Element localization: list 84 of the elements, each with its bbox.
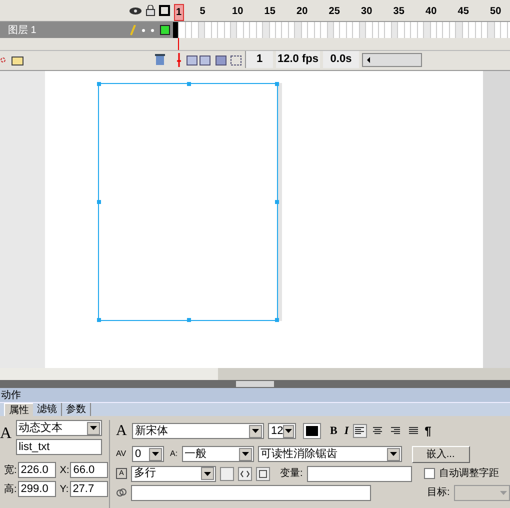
resize-handle[interactable]	[275, 200, 279, 204]
text-tool-icon: A	[0, 426, 12, 442]
frame-number: 20	[296, 5, 308, 19]
paragraph-icon[interactable]: ¶	[424, 422, 432, 440]
pencil-icon	[130, 24, 136, 36]
baseline-icon: A:	[170, 448, 178, 460]
frame-number: 45	[458, 5, 469, 19]
current-frame: 1	[245, 51, 273, 68]
font-dropdown[interactable]: 新宋体	[132, 423, 264, 440]
variable-field[interactable]	[306, 466, 412, 482]
embed-button[interactable]: 嵌入...	[412, 446, 470, 462]
position-label: X:	[60, 464, 70, 478]
text-type-dropdown[interactable]: 动态文本	[16, 420, 102, 436]
font-icon: A	[116, 420, 128, 442]
html-icon[interactable]	[238, 466, 252, 480]
text-box[interactable]	[98, 83, 278, 321]
char-position-dropdown[interactable]: 一般	[182, 446, 254, 462]
frame-number: 10	[232, 5, 244, 19]
markers-icon[interactable]	[230, 54, 242, 66]
align-icon	[355, 427, 364, 436]
panel-tab[interactable]: 滤镜	[33, 403, 62, 416]
frame-number: 25	[328, 5, 340, 19]
frame-number: 35	[393, 5, 404, 19]
link-icon	[116, 487, 127, 498]
italic-button[interactable]: I	[344, 423, 349, 440]
onion-skin-icon[interactable]	[186, 54, 212, 66]
resize-handle[interactable]	[97, 318, 101, 322]
frame-number: 30	[361, 5, 372, 19]
size-label: 宽:	[4, 464, 17, 478]
onion-outline-icon[interactable]	[215, 54, 227, 66]
link-field[interactable]	[131, 484, 371, 500]
resize-handle[interactable]	[97, 200, 101, 204]
dot-icon	[151, 28, 154, 32]
actions-panel-header[interactable]: 动作	[0, 388, 510, 402]
letter-spacing-field[interactable]: 0	[132, 446, 164, 462]
variable-label: 变量:	[280, 466, 303, 481]
frame-number: 1	[174, 4, 184, 21]
auto-kern-checkbox[interactable]	[424, 468, 435, 479]
elapsed-time: 0.0s	[323, 51, 359, 68]
eye-icon[interactable]	[129, 6, 142, 14]
outline-icon[interactable]	[159, 5, 170, 16]
letter-spacing-icon: AV	[116, 448, 128, 460]
resize-handle[interactable]	[187, 318, 191, 322]
position-label: Y:	[60, 482, 69, 496]
frame-number: 5	[200, 5, 206, 19]
size-label: 高:	[4, 482, 17, 496]
border-icon[interactable]	[256, 466, 270, 480]
instance-name-field[interactable]: list_txt	[16, 439, 102, 455]
frame-number: 50	[490, 5, 502, 19]
line-type-dropdown[interactable]: 多行	[131, 466, 216, 482]
resize-handle[interactable]	[275, 82, 279, 86]
align-icon	[391, 427, 400, 436]
width-field[interactable]: 226.0	[18, 462, 56, 478]
resize-handle[interactable]	[275, 318, 279, 322]
align-icon	[409, 427, 418, 436]
font-size-field[interactable]: 12	[268, 423, 296, 440]
auto-kern-label: 自动调整字距	[438, 466, 499, 481]
frame-number: 40	[426, 5, 437, 19]
panel-tab[interactable]: 属性	[4, 403, 33, 416]
panel-tab[interactable]: 参数	[62, 403, 91, 416]
stage-scrollbar[interactable]	[0, 368, 510, 380]
bold-button[interactable]: B	[330, 423, 338, 440]
dot-icon	[142, 28, 145, 32]
frame-number: 15	[264, 5, 276, 19]
dropdown-arrow-icon	[500, 490, 507, 494]
left-arrow-icon[interactable]	[366, 56, 370, 62]
height-field[interactable]: 299.0	[18, 481, 56, 497]
lock-icon[interactable]	[146, 5, 155, 16]
target-label: 目标:	[427, 486, 450, 500]
timeline-scrollbar[interactable]	[362, 52, 422, 66]
add-folder-icon[interactable]	[0, 54, 24, 66]
resize-handle[interactable]	[187, 82, 191, 86]
layer-color-icon	[160, 25, 170, 35]
playhead-icon[interactable]	[175, 52, 183, 66]
align-icon	[373, 427, 382, 436]
anti-alias-dropdown[interactable]: 可读性消除锯齿	[258, 446, 402, 462]
x-field[interactable]: 66.0	[70, 462, 108, 478]
layer-name: 图层 1	[8, 24, 38, 38]
text-color-swatch[interactable]	[304, 424, 320, 438]
trash-icon[interactable]	[155, 54, 165, 65]
align-button[interactable]	[352, 424, 367, 438]
frame-rate: 12.0 fps	[276, 51, 320, 68]
y-field[interactable]: 27.7	[70, 481, 108, 497]
resize-handle[interactable]	[97, 82, 101, 86]
